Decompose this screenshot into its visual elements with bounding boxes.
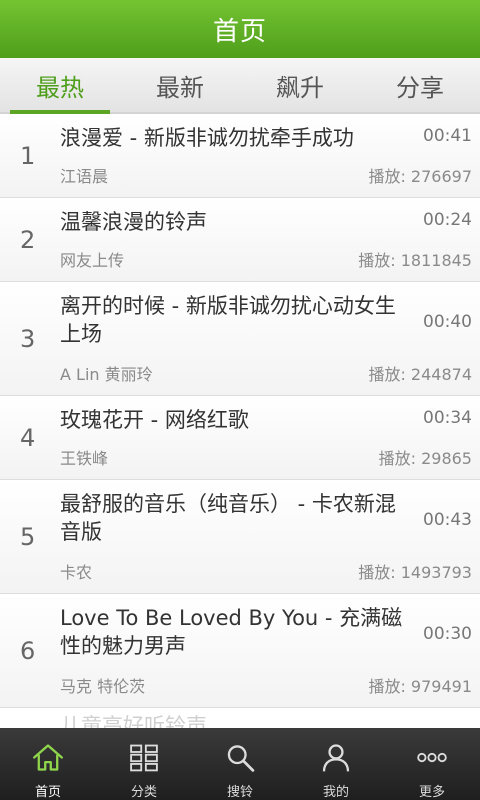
song-artist: 网友上传	[60, 251, 125, 270]
song-duration: 00:24	[423, 210, 472, 230]
song-duration: 00:43	[423, 510, 472, 530]
nav-more[interactable]: 更多	[384, 728, 480, 800]
song-title: 离开的时候 - 新版非诚勿扰心动女生上场	[60, 294, 396, 346]
user-icon	[322, 744, 350, 772]
tab-share[interactable]: 分享	[360, 58, 480, 112]
bottom-navigation: 首页 分类 搜铃 我的 更多	[0, 728, 480, 800]
song-artist: 王铁峰	[60, 449, 109, 468]
tab-label: 最新	[156, 73, 204, 102]
tab-hottest[interactable]: 最热	[0, 58, 120, 114]
song-title: 最舒服的音乐（纯音乐） - 卡农新混音版	[60, 492, 396, 544]
song-duration: 00:34	[423, 408, 472, 428]
song-duration: 00:30	[423, 624, 472, 644]
song-artist: 江语晨	[60, 167, 109, 186]
song-index: 6	[20, 636, 36, 665]
partial-row-title: 儿童高好听铃声	[60, 714, 207, 728]
tab-rising[interactable]: 飙升	[240, 58, 360, 112]
tab-label: 飙升	[276, 73, 324, 102]
search-icon	[227, 745, 255, 772]
page-title: 首页	[212, 16, 267, 47]
song-row-5[interactable]: 5 最舒服的音乐（纯音乐） - 卡农新混音版 00:43 卡农 播放: 1493…	[0, 480, 480, 594]
nav-category[interactable]: 分类	[96, 728, 192, 800]
song-row-1[interactable]: 1 浪漫爱 - 新版非诚勿扰牵手成功 00:41 江语晨 播放: 276697	[0, 114, 480, 198]
song-title: 玫瑰花开 - 网络红歌	[60, 408, 249, 432]
song-title: 浪漫爱 - 新版非诚勿扰牵手成功	[60, 126, 354, 150]
song-artist: 卡农	[60, 563, 93, 582]
song-index: 2	[20, 225, 36, 254]
tab-bar: 最热 最新 飙升 分享	[0, 58, 480, 114]
song-duration: 00:40	[423, 312, 472, 332]
song-index: 3	[20, 324, 36, 353]
song-row-4[interactable]: 4 玫瑰花开 - 网络红歌 00:34 王铁峰 播放: 29865	[0, 396, 480, 480]
home-icon	[33, 744, 63, 771]
nav-search[interactable]: 搜铃	[192, 728, 288, 800]
tab-label: 分享	[396, 73, 444, 102]
song-list[interactable]: 1 浪漫爱 - 新版非诚勿扰牵手成功 00:41 江语晨 播放: 276697 …	[0, 114, 480, 728]
song-index: 5	[20, 522, 36, 551]
song-play-count: 播放: 979491	[368, 677, 472, 696]
more-icon	[417, 752, 447, 763]
nav-label: 我的	[322, 785, 349, 800]
song-artist: 马克 特伦茨	[60, 677, 146, 696]
song-artist: A Lin 黄丽玲	[60, 365, 153, 384]
song-duration: 00:41	[423, 126, 472, 146]
song-play-count: 播放: 276697	[368, 167, 472, 186]
nav-label: 首页	[34, 785, 61, 800]
tab-newest[interactable]: 最新	[120, 58, 240, 112]
song-row-3[interactable]: 3 离开的时候 - 新版非诚勿扰心动女生上场 00:40 A Lin 黄丽玲 播…	[0, 282, 480, 396]
song-play-count: 播放: 1811845	[358, 251, 472, 270]
tab-label: 最热	[36, 73, 84, 102]
grid-icon	[130, 744, 158, 772]
song-title: Love To Be Loved By You - 充满磁性的魅力男声	[60, 606, 403, 658]
song-index: 4	[20, 423, 36, 452]
song-index: 1	[20, 141, 36, 170]
nav-label: 分类	[130, 785, 157, 800]
nav-mine[interactable]: 我的	[288, 728, 384, 800]
song-row-6[interactable]: 6 Love To Be Loved By You - 充满磁性的魅力男声 00…	[0, 594, 480, 708]
app-root: 首页 最热 最新 飙升 分享 1 浪漫爱 - 新版非诚勿扰牵手成功 00:41 …	[0, 0, 480, 800]
song-play-count: 播放: 29865	[378, 449, 472, 468]
title-bar: 首页	[0, 0, 480, 58]
nav-label: 搜铃	[226, 785, 253, 800]
song-row-2[interactable]: 2 温馨浪漫的铃声 00:24 网友上传 播放: 1811845	[0, 198, 480, 282]
nav-label: 更多	[418, 785, 445, 800]
nav-home[interactable]: 首页	[0, 728, 96, 800]
song-play-count: 播放: 1493793	[358, 563, 472, 582]
song-play-count: 播放: 244874	[368, 365, 472, 384]
song-title: 温馨浪漫的铃声	[60, 210, 207, 234]
